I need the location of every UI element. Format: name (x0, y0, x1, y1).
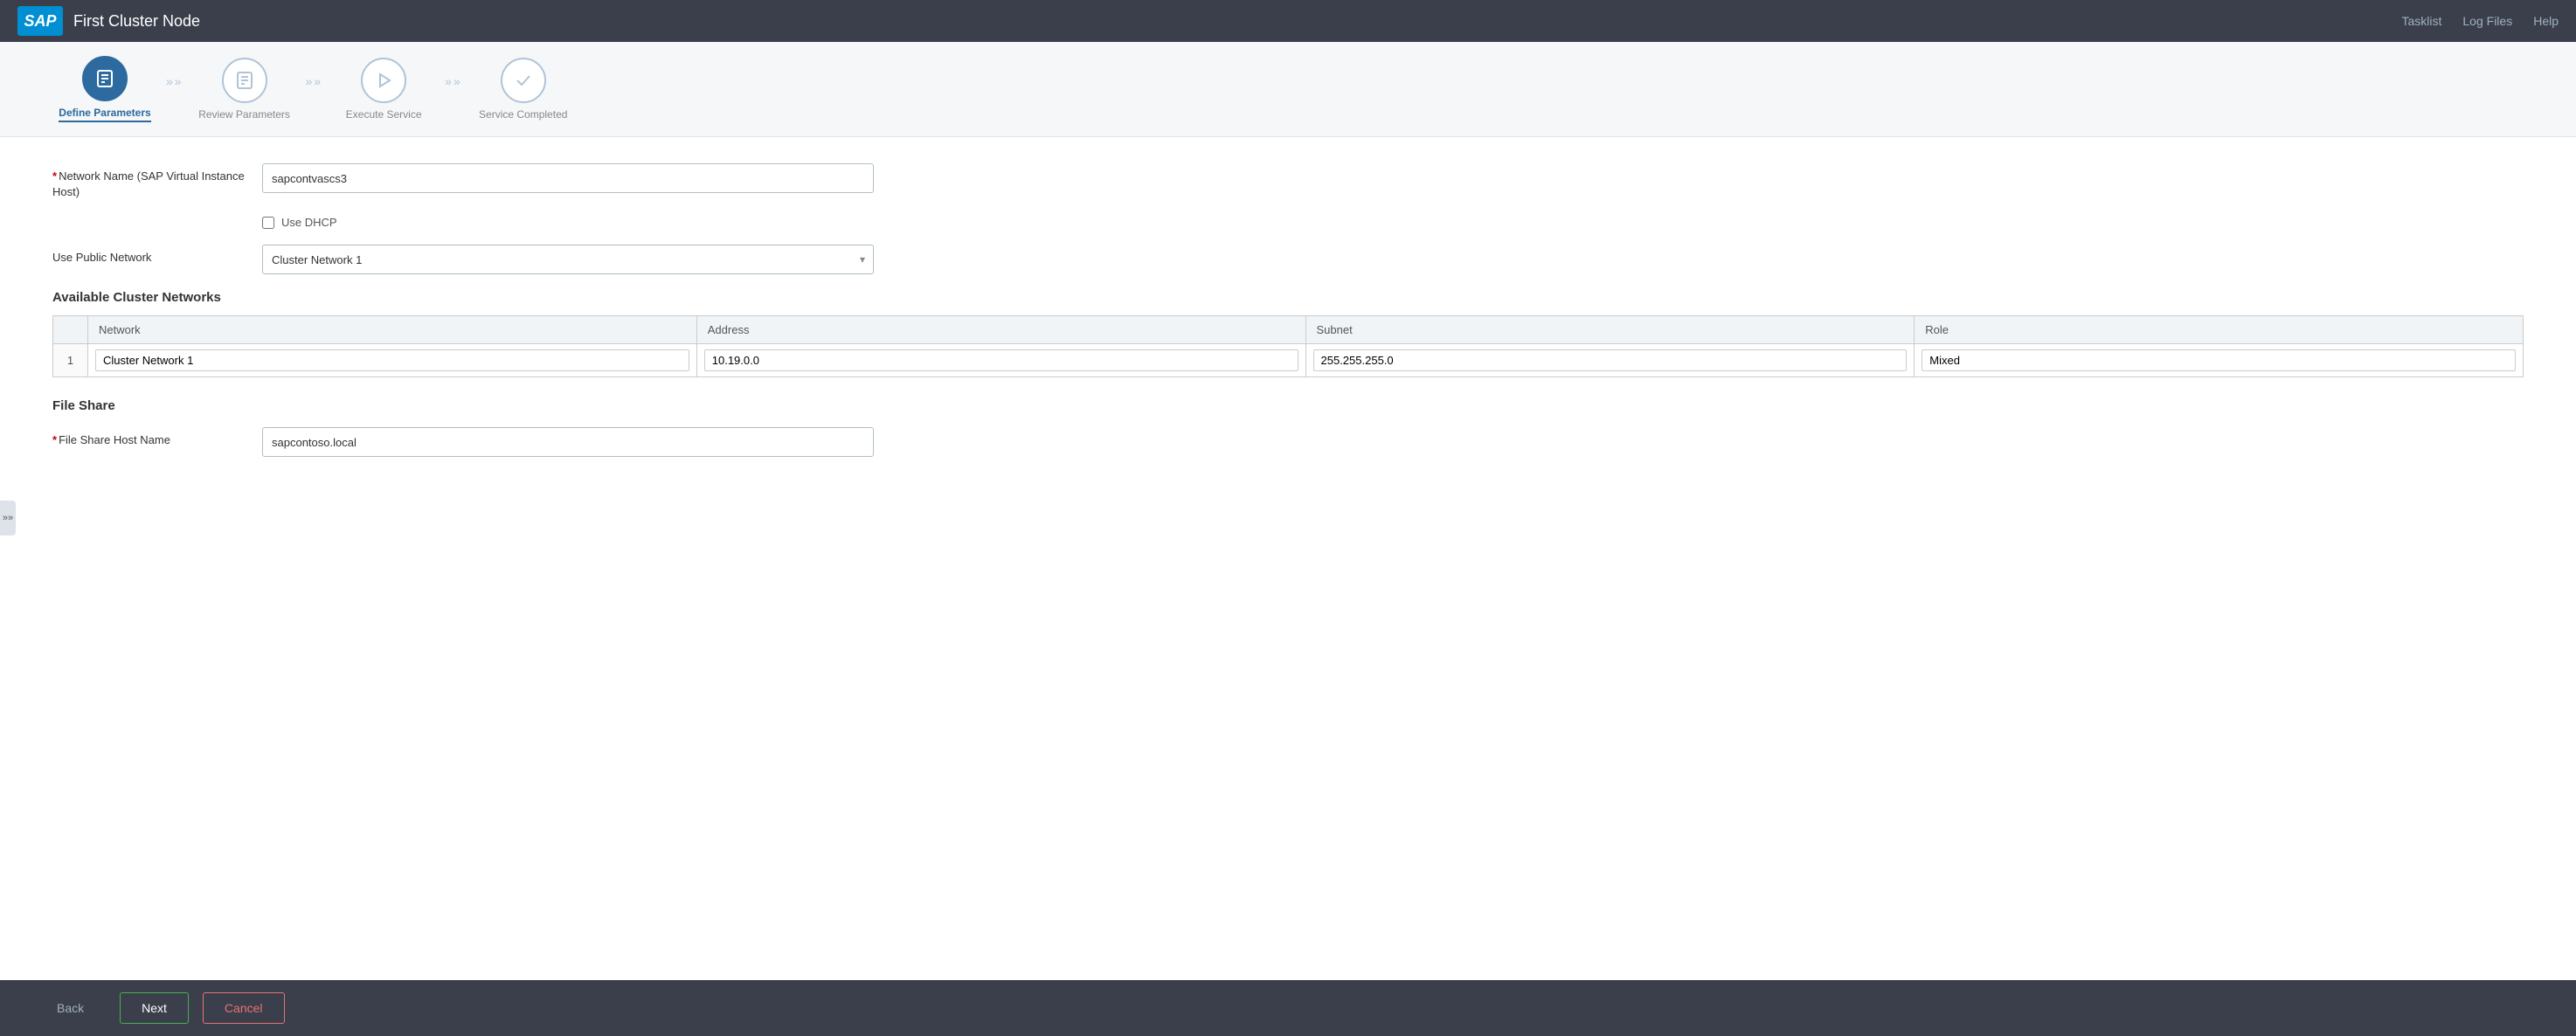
app-header: SAP First Cluster Node Tasklist Log File… (0, 0, 2576, 42)
sap-logo: SAP (17, 6, 63, 36)
cluster-networks-title: Available Cluster Networks (52, 290, 2524, 305)
network-name-input[interactable] (262, 163, 874, 193)
file-share-section: File Share *File Share Host Name (52, 398, 2524, 457)
use-public-network-group: Use Public Network Cluster Network 1 Clu… (52, 245, 2524, 274)
use-public-network-label: Use Public Network (52, 245, 245, 266)
network-name-group: *Network Name (SAP Virtual Instance Host… (52, 163, 2524, 200)
wizard-arrow-3: »» (445, 74, 462, 104)
row-role-cell (1915, 344, 2524, 377)
wizard-icon-execute (361, 58, 406, 103)
table-header-row: Network Address Subnet Role (53, 316, 2524, 344)
row-network-input[interactable] (95, 349, 689, 371)
log-files-link[interactable]: Log Files (2462, 14, 2512, 28)
wizard-icon-review (222, 58, 267, 103)
table-row: 1 (53, 344, 2524, 377)
sidebar-toggle[interactable]: »» (0, 501, 16, 535)
file-share-required: * (52, 433, 57, 446)
header-nav: Tasklist Log Files Help (2401, 14, 2559, 28)
wizard-label-completed: Service Completed (479, 108, 567, 121)
row-subnet-cell (1305, 344, 1915, 377)
file-share-host-input[interactable] (262, 427, 874, 457)
cluster-networks-table: Network Address Subnet Role 1 (52, 315, 2524, 377)
use-dhcp-group: Use DHCP (262, 216, 2524, 229)
row-address-input[interactable] (704, 349, 1298, 371)
row-subnet-input[interactable] (1313, 349, 1908, 371)
wizard-label-review: Review Parameters (198, 108, 290, 121)
network-name-required: * (52, 169, 57, 183)
cancel-button[interactable]: Cancel (203, 992, 285, 1024)
app-footer: Back Next Cancel (0, 980, 2576, 1036)
use-public-network-select[interactable]: Cluster Network 1 Cluster Network 2 (262, 245, 874, 274)
main-content: *Network Name (SAP Virtual Instance Host… (0, 137, 2576, 980)
wizard-steps: Define Parameters »» Review Parameters »… (0, 42, 2576, 137)
col-subnet: Subnet (1305, 316, 1915, 344)
use-public-network-wrapper: Cluster Network 1 Cluster Network 2 ▾ (262, 245, 874, 274)
wizard-arrow-2: »» (306, 74, 323, 104)
back-button[interactable]: Back (35, 992, 106, 1024)
file-share-title: File Share (52, 398, 2524, 413)
wizard-label-execute: Execute Service (346, 108, 422, 121)
use-dhcp-checkbox[interactable] (262, 217, 274, 229)
file-share-host-group: *File Share Host Name (52, 427, 2524, 457)
row-address-cell (696, 344, 1305, 377)
col-role: Role (1915, 316, 2524, 344)
wizard-label-define: Define Parameters (59, 107, 150, 122)
row-network-cell (88, 344, 697, 377)
help-link[interactable]: Help (2533, 14, 2559, 28)
cluster-networks-section: Available Cluster Networks Network Addre… (52, 290, 2524, 377)
wizard-step-define-parameters[interactable]: Define Parameters (52, 56, 157, 122)
wizard-step-review-parameters[interactable]: Review Parameters (192, 58, 297, 121)
wizard-arrow-1: »» (166, 74, 184, 104)
col-address: Address (696, 316, 1305, 344)
wizard-icon-define (82, 56, 128, 101)
wizard-step-execute-service[interactable]: Execute Service (331, 58, 436, 121)
col-network: Network (88, 316, 697, 344)
app-title: First Cluster Node (73, 12, 200, 31)
sap-logo-text: SAP (24, 12, 56, 31)
use-dhcp-label: Use DHCP (281, 216, 337, 229)
tasklist-link[interactable]: Tasklist (2401, 14, 2441, 28)
row-num-1: 1 (53, 344, 88, 377)
col-num (53, 316, 88, 344)
wizard-icon-completed (501, 58, 546, 103)
wizard-step-service-completed[interactable]: Service Completed (471, 58, 576, 121)
network-name-label: *Network Name (SAP Virtual Instance Host… (52, 163, 245, 200)
file-share-host-label: *File Share Host Name (52, 427, 245, 448)
next-button[interactable]: Next (120, 992, 189, 1024)
row-role-input[interactable] (1922, 349, 2516, 371)
